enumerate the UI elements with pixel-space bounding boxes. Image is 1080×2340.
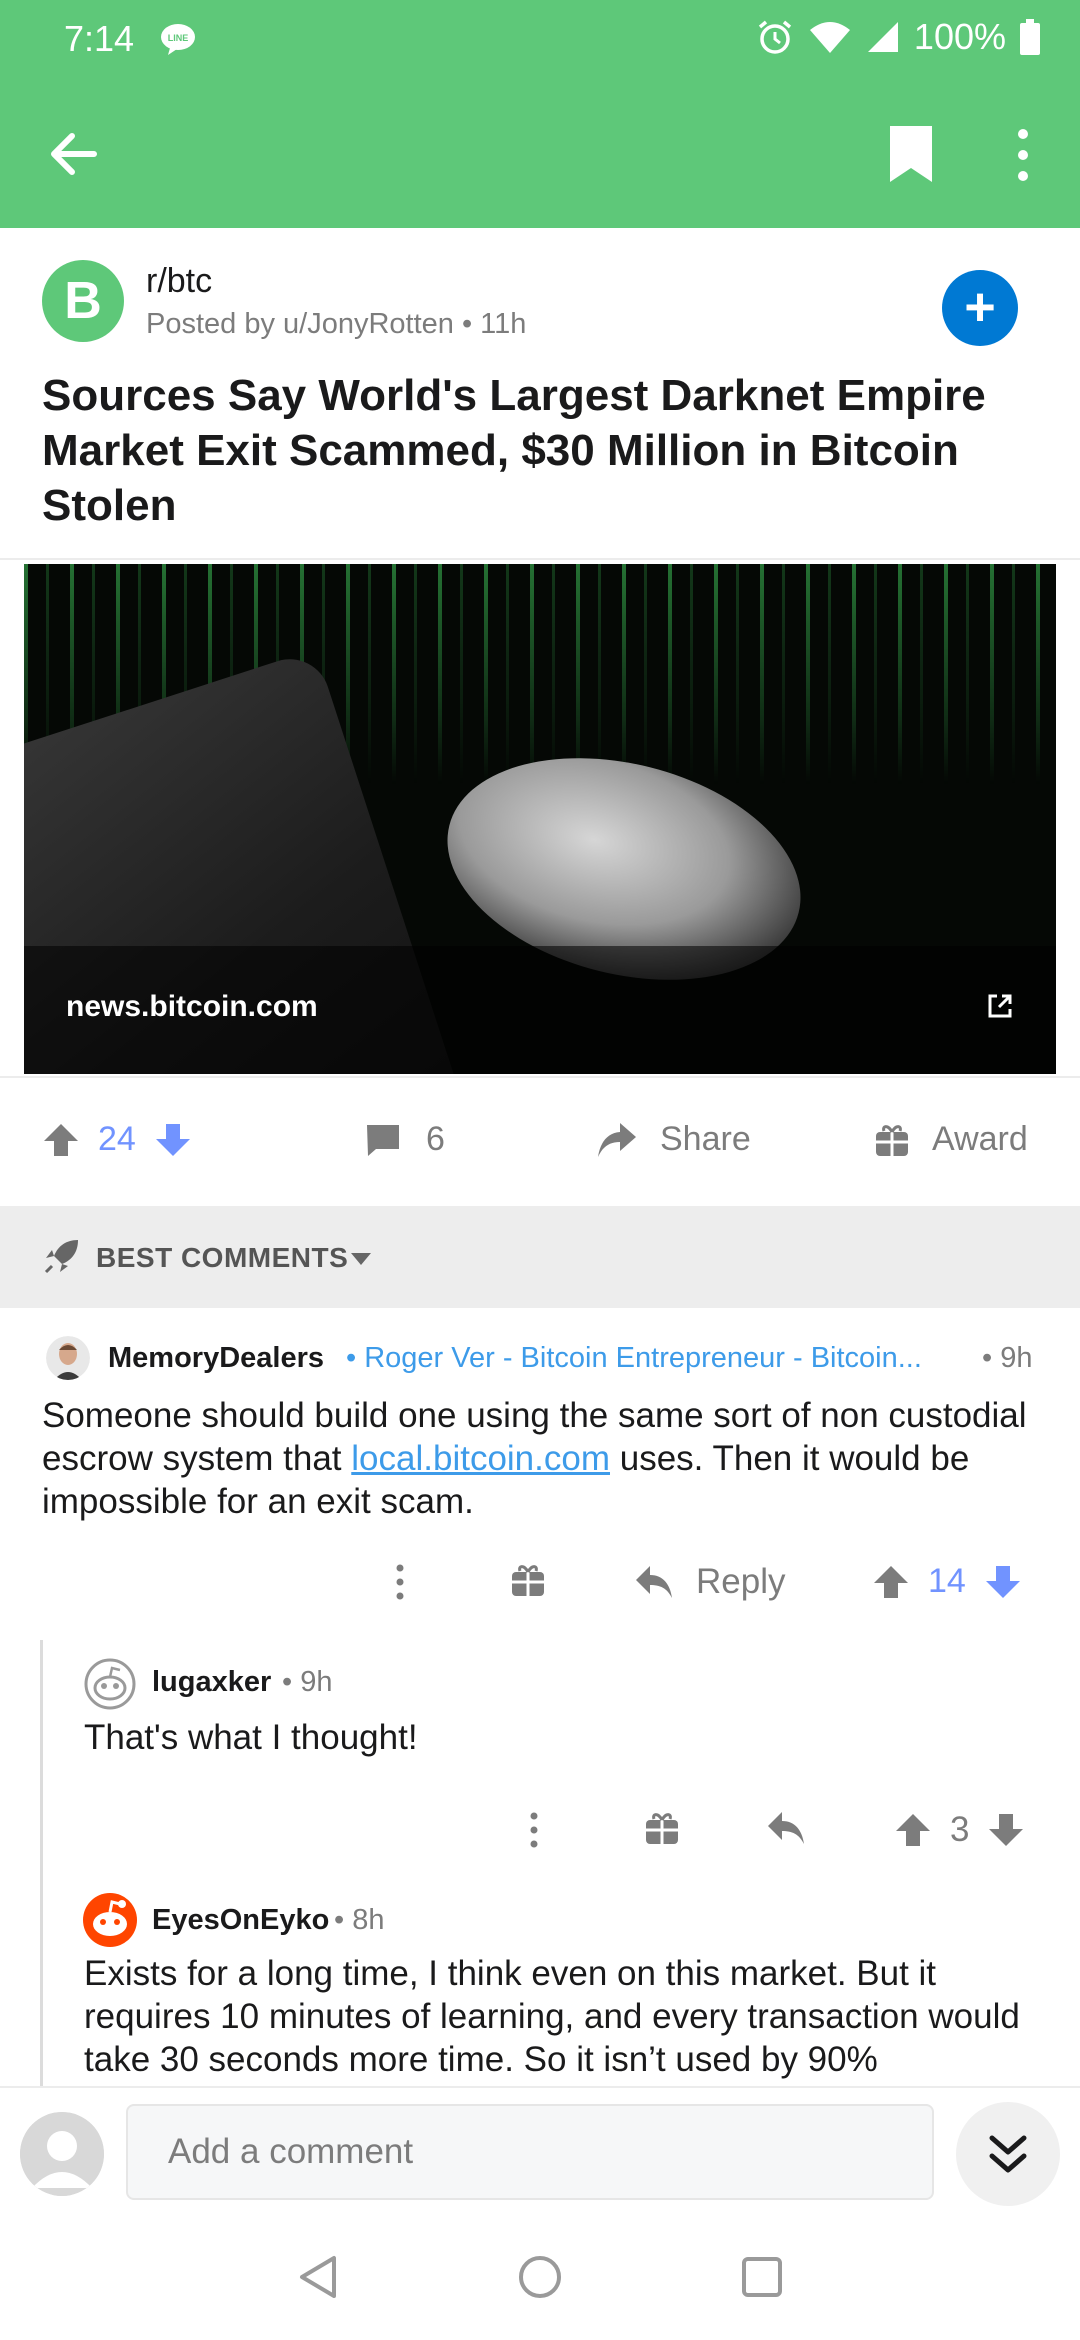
comment-vote-count: 14 <box>928 1562 966 1600</box>
rocket-icon <box>44 1240 78 1274</box>
comment-body: That's what I thought! <box>84 1718 418 1757</box>
link-preview-card[interactable]: news.bitcoin.com <box>0 558 1080 1078</box>
user-avatar[interactable] <box>20 2112 104 2196</box>
battery-icon <box>1020 19 1040 55</box>
reply-comment-item: EyesOnEyko • 8h Exists for a long time, … <box>0 1880 1080 2086</box>
comment-icon <box>367 1124 399 1156</box>
reply-comment-item: lugaxker • 9h That's what I thought! 3 <box>0 1640 1080 1880</box>
link-caption: news.bitcoin.com <box>24 946 1056 1074</box>
reply-icon <box>636 1566 672 1598</box>
nav-home-icon[interactable] <box>515 2252 565 2302</box>
comment-sort-bar[interactable]: BEST COMMENTS <box>0 1206 1080 1308</box>
share-label: Share <box>660 1120 751 1158</box>
post-comment-count: 6 <box>426 1120 445 1158</box>
app-bar <box>0 80 1080 228</box>
post-action-bar: 24 6 Share Award <box>0 1080 1080 1206</box>
comment-actions: Reply 14 <box>0 1552 1080 1612</box>
back-arrow-icon[interactable] <box>42 122 106 186</box>
upvote-icon[interactable] <box>872 1563 910 1601</box>
scroll-down-button[interactable] <box>956 2102 1060 2206</box>
link-domain: news.bitcoin.com <box>66 990 318 1023</box>
sort-label: BEST COMMENTS <box>96 1242 349 1273</box>
reply-button[interactable]: Reply <box>634 1562 785 1602</box>
nav-recents-icon[interactable] <box>737 2252 787 2302</box>
reply-icon[interactable] <box>766 1810 806 1846</box>
battery-percent: 100% <box>913 16 1006 57</box>
upvote-icon[interactable] <box>42 1121 80 1159</box>
downvote-icon[interactable] <box>984 1563 1022 1601</box>
comment-author[interactable]: EyesOnEyko <box>152 1904 329 1937</box>
chevron-down-icon <box>351 1253 371 1265</box>
subreddit-avatar[interactable]: B <box>42 260 124 342</box>
comment-flair: • Roger Ver - Bitcoin Entrepreneur - Bit… <box>346 1342 922 1374</box>
comment-time: • 9h <box>282 1666 333 1698</box>
post-vote-count: 24 <box>98 1120 136 1158</box>
more-options-icon[interactable] <box>390 1562 410 1602</box>
more-options-icon[interactable] <box>1000 120 1046 190</box>
gift-icon <box>876 1124 908 1156</box>
comment-author[interactable]: lugaxker <box>152 1666 271 1699</box>
add-comment-input[interactable] <box>126 2104 934 2200</box>
post-header: B r/btc Posted by u/JonyRotten • 11h + S… <box>0 228 1080 558</box>
more-options-icon[interactable] <box>524 1810 544 1850</box>
external-link-icon <box>988 994 1012 1018</box>
double-chevron-down-icon <box>989 2135 1027 2173</box>
comment-vote-count: 3 <box>950 1810 970 1849</box>
signal-icon <box>867 22 898 52</box>
user-flair-text: Roger Ver - Bitcoin Entrepreneur - Bitco… <box>364 1342 922 1374</box>
status-bar: 7:14 LINE 100% <box>0 0 1080 80</box>
comment-vote-group: 14 <box>872 1562 1022 1601</box>
comment-composer-bar <box>0 2086 1080 2212</box>
wifi-icon <box>809 22 850 53</box>
comment-body: Exists for a long time, I think even on … <box>84 1954 1020 2079</box>
vote-group: 24 <box>42 1120 192 1159</box>
comment-link[interactable]: local.bitcoin.com <box>351 1439 610 1478</box>
gift-icon[interactable] <box>644 1810 680 1846</box>
reply-label: Reply <box>696 1562 786 1601</box>
commenter-avatar[interactable] <box>84 1658 136 1710</box>
upvote-icon[interactable] <box>894 1811 932 1849</box>
bookmark-icon[interactable] <box>884 124 938 184</box>
post-image[interactable]: news.bitcoin.com <box>24 564 1056 1074</box>
award-label: Award <box>932 1120 1028 1158</box>
alarm-icon <box>758 20 792 54</box>
comment-item: MemoryDealers • Roger Ver - Bitcoin Entr… <box>0 1308 1080 1628</box>
join-subreddit-button[interactable]: + <box>942 270 1018 346</box>
system-nav-bar <box>0 2212 1080 2340</box>
gift-icon[interactable] <box>510 1562 546 1598</box>
post-title: Sources Say World's Largest Darknet Empi… <box>42 371 986 530</box>
subreddit-name[interactable]: r/btc <box>146 262 212 301</box>
award-button[interactable]: Award <box>874 1120 1028 1159</box>
comment-time: • 9h <box>982 1342 1033 1374</box>
status-time: 7:14 <box>64 18 135 59</box>
downvote-icon[interactable] <box>154 1121 192 1159</box>
comment-time: • 8h <box>334 1904 385 1936</box>
comments-button[interactable]: 6 <box>364 1120 445 1159</box>
share-button[interactable]: Share <box>596 1120 751 1159</box>
nav-back-icon[interactable] <box>296 2252 346 2302</box>
comment-body: Someone should build one using the same … <box>42 1394 1052 1523</box>
commenter-avatar[interactable] <box>46 1336 90 1380</box>
comment-author[interactable]: MemoryDealers <box>108 1342 324 1375</box>
svg-text:LINE: LINE <box>168 33 189 43</box>
status-icons: 100% <box>756 16 1040 58</box>
comment-vote-group: 3 <box>894 1810 1025 1850</box>
commenter-avatar[interactable] <box>82 1892 138 1948</box>
share-icon <box>598 1122 636 1157</box>
comment-actions: 3 <box>0 1800 1080 1860</box>
line-app-icon: LINE <box>161 24 195 55</box>
downvote-icon[interactable] <box>987 1811 1025 1849</box>
post-meta: Posted by u/JonyRotten • 11h <box>146 308 527 340</box>
